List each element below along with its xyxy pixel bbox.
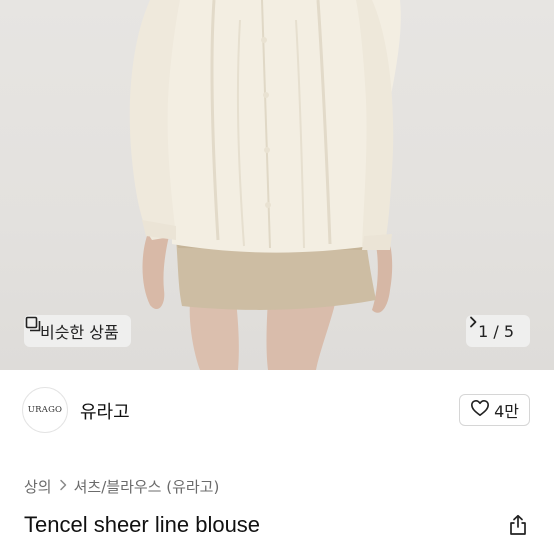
seller-logo[interactable]: URAGO (22, 387, 68, 433)
image-pager-label: 1 / 5 (478, 321, 514, 341)
product-title: Tencel sheer line blouse (24, 512, 261, 537)
breadcrumb-subcategory[interactable]: 셔츠/블라우스 (유라고) (74, 476, 220, 497)
chevron-right-icon (58, 479, 68, 495)
share-button[interactable] (508, 514, 528, 540)
breadcrumb: 상의 셔츠/블라우스 (유라고) (24, 476, 219, 497)
seller-logo-text: URAGO (27, 405, 63, 415)
seller-name[interactable]: 유라고 (80, 398, 130, 424)
product-image[interactable]: 비슷한 상품 1 / 5 (0, 0, 554, 370)
heart-icon (470, 399, 490, 421)
similar-items-button[interactable]: 비슷한 상품 (24, 315, 131, 347)
image-pager[interactable]: 1 / 5 (466, 315, 530, 347)
breadcrumb-category[interactable]: 상의 (24, 476, 52, 497)
seller-row[interactable]: URAGO 유라고 4만 (0, 370, 554, 450)
like-count: 4만 (494, 402, 519, 421)
share-icon (508, 514, 528, 540)
similar-items-label: 비슷한 상품 (40, 323, 119, 342)
like-button[interactable]: 4만 (459, 394, 530, 426)
